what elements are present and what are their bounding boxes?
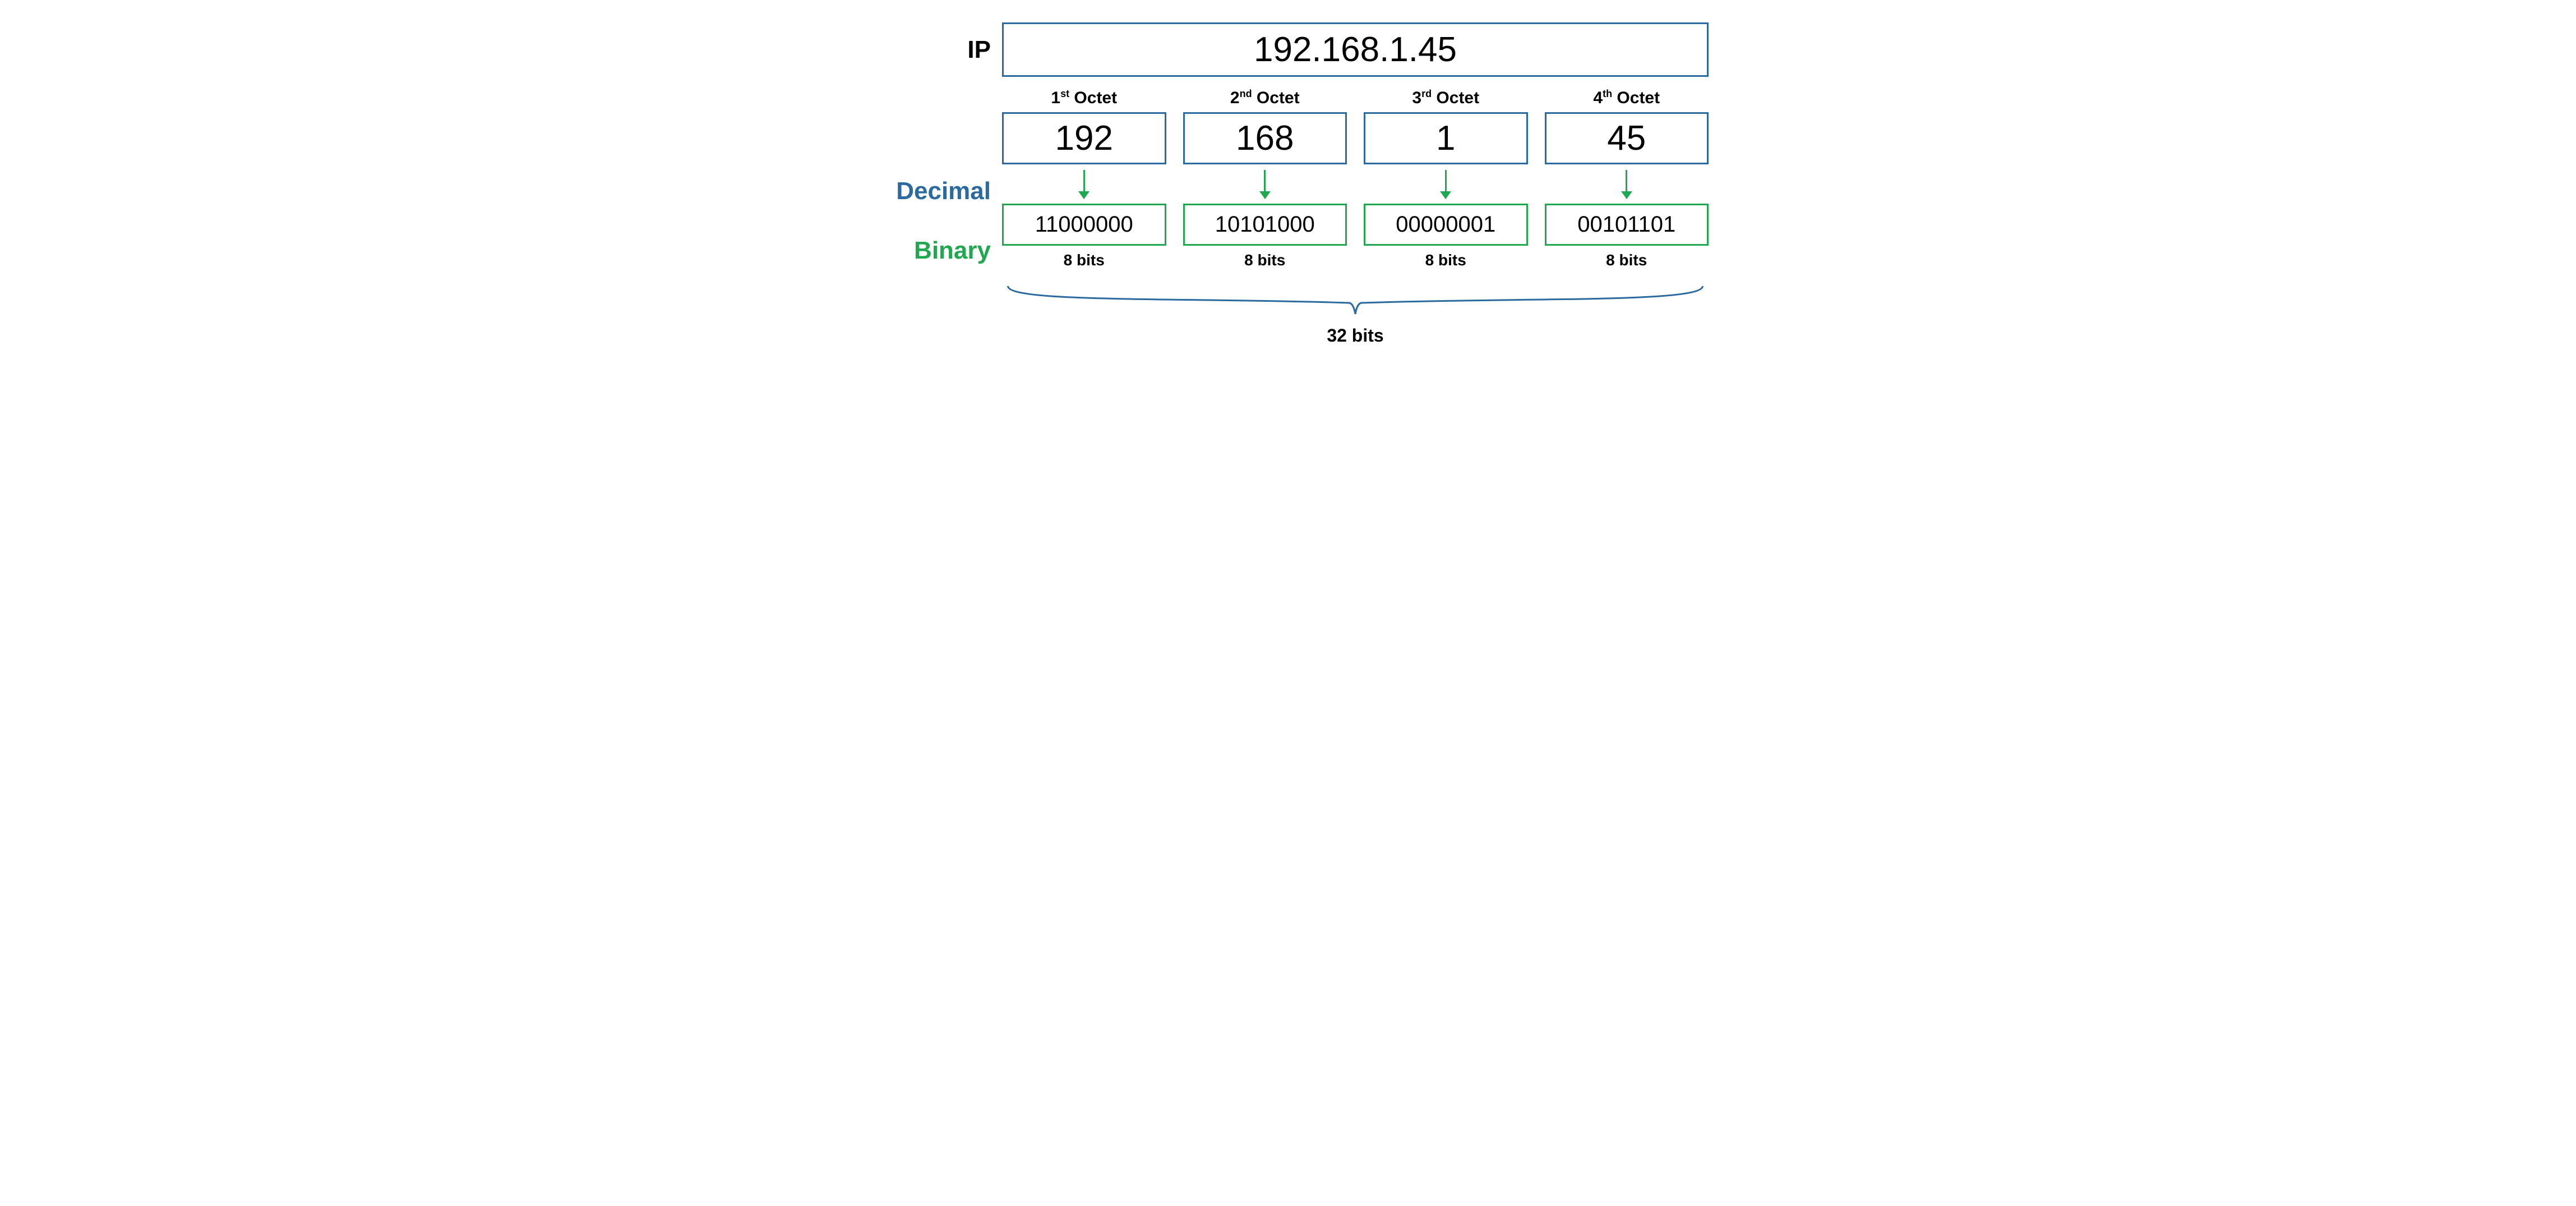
octet-4-col: 4th Octet 45 00101101 8 bits: [1545, 88, 1709, 269]
octet-4-suffix: th: [1603, 88, 1612, 99]
octet-3-bits: 8 bits: [1425, 251, 1466, 269]
octet-1-binary: 11000000: [1002, 204, 1166, 246]
total-bits-label: 32 bits: [1002, 325, 1709, 346]
binary-label: Binary: [867, 237, 1002, 265]
octet-1-word: Octet: [1074, 89, 1117, 107]
octet-1-ordinal: 1: [1051, 89, 1060, 107]
octet-3-binary: 00000001: [1364, 204, 1528, 246]
ip-label: IP: [867, 36, 1002, 64]
octet-2-word: Octet: [1257, 89, 1300, 107]
octet-2-ordinal: 2: [1230, 89, 1240, 107]
ip-row: IP 192.168.1.45: [867, 22, 1709, 77]
octet-3-decimal: 1: [1364, 112, 1528, 164]
decimal-content: 1st Octet 192 11000000 8 bits 2nd Octet …: [1002, 88, 1709, 269]
ip-content: 192.168.1.45: [1002, 22, 1709, 77]
arrow-1-space: [1002, 164, 1166, 204]
octet-2-col: 2nd Octet 168 10101000 8 bits: [1183, 88, 1347, 269]
octet-3-word: Octet: [1436, 89, 1479, 107]
octet-4-header: 4th Octet: [1593, 88, 1660, 108]
brace-section: 32 bits: [1002, 280, 1709, 346]
down-arrow-icon: [1626, 170, 1627, 198]
octet-1-col: 1st Octet 192 11000000 8 bits: [1002, 88, 1166, 269]
arrow-4-space: [1545, 164, 1709, 204]
octet-3-col: 3rd Octet 1 00000001 8 bits: [1364, 88, 1528, 269]
octet-1-header: 1st Octet: [1051, 88, 1117, 108]
down-arrow-icon: [1264, 170, 1266, 198]
octet-2-binary: 10101000: [1183, 204, 1347, 246]
octet-2-suffix: nd: [1240, 88, 1252, 99]
octet-4-decimal: 45: [1545, 112, 1709, 164]
octet-1-decimal: 192: [1002, 112, 1166, 164]
octet-4-bits: 8 bits: [1606, 251, 1647, 269]
ip-diagram: IP 192.168.1.45 Decimal 1st Octet 192 11…: [867, 22, 1709, 346]
down-arrow-icon: [1083, 170, 1085, 198]
octet-3-header: 3rd Octet: [1412, 88, 1479, 108]
octet-1-suffix: st: [1060, 88, 1069, 99]
octet-2-bits: 8 bits: [1244, 251, 1285, 269]
octet-4-word: Octet: [1617, 89, 1660, 107]
brace-icon: [1002, 280, 1709, 320]
octet-3-suffix: rd: [1421, 88, 1432, 99]
ip-address-box: 192.168.1.45: [1002, 22, 1709, 77]
arrow-2-space: [1183, 164, 1347, 204]
octet-4-ordinal: 4: [1593, 89, 1603, 107]
octet-2-header: 2nd Octet: [1230, 88, 1300, 108]
arrow-3-space: [1364, 164, 1528, 204]
octet-4-binary: 00101101: [1545, 204, 1709, 246]
octet-1-bits: 8 bits: [1064, 251, 1105, 269]
octet-3-ordinal: 3: [1412, 89, 1421, 107]
down-arrow-icon: [1445, 170, 1447, 198]
decimal-label: Decimal: [867, 153, 1002, 205]
octet-2-decimal: 168: [1183, 112, 1347, 164]
